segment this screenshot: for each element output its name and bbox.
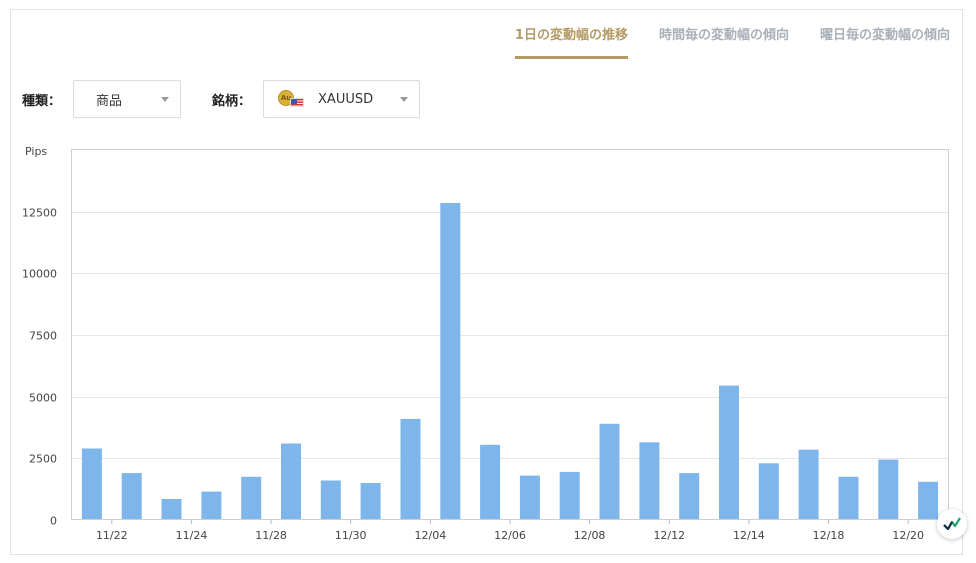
bar[interactable]	[639, 442, 660, 520]
x-tick-label: 11/30	[335, 529, 367, 542]
bar[interactable]	[161, 499, 182, 520]
x-axis-ticks: 11/22 11/24 11/28 11/30 12/04 12/06 12/08 12/12…	[96, 520, 924, 542]
x-tick-label: 12/14	[733, 529, 765, 542]
y-tick-label: 5000	[29, 392, 57, 405]
bar-series	[81, 203, 939, 521]
bar[interactable]	[400, 418, 421, 520]
y-tick-label: 10000	[22, 268, 57, 281]
bar[interactable]	[878, 459, 899, 520]
bar[interactable]	[519, 475, 540, 520]
y-tick-label: 12500	[22, 207, 57, 220]
bar[interactable]	[599, 423, 620, 520]
bar[interactable]	[758, 463, 779, 520]
x-tick-label: 11/28	[255, 529, 287, 542]
bar[interactable]	[360, 483, 381, 520]
bar[interactable]	[719, 385, 739, 520]
bar[interactable]	[679, 473, 700, 520]
bar[interactable]	[838, 476, 859, 520]
x-tick-label: 12/04	[415, 529, 447, 542]
bar[interactable]	[320, 480, 341, 521]
x-tick-label: 12/12	[653, 529, 685, 542]
bar[interactable]	[798, 449, 819, 520]
bar[interactable]	[918, 481, 939, 520]
x-tick-label: 11/22	[96, 529, 128, 542]
y-axis-unit-label: Pips	[25, 145, 47, 158]
bar[interactable]	[121, 473, 142, 520]
y-tick-label: 2500	[29, 453, 57, 466]
bar[interactable]	[440, 203, 461, 520]
bar[interactable]	[81, 448, 102, 521]
x-tick-label: 12/20	[892, 529, 924, 542]
x-tick-label: 11/24	[176, 529, 208, 542]
bar[interactable]	[559, 471, 580, 520]
grid-lines	[72, 212, 948, 459]
bar[interactable]	[201, 491, 222, 520]
bar-chart: Pips 02500500075001000012500 11/22 11/24 1…	[22, 145, 949, 542]
x-tick-label: 12/06	[494, 529, 526, 542]
y-tick-label: 7500	[29, 330, 57, 343]
y-tick-label: 0	[50, 515, 57, 528]
bar[interactable]	[241, 476, 262, 520]
x-tick-label: 12/08	[574, 529, 606, 542]
bar[interactable]	[480, 444, 501, 520]
bar[interactable]	[281, 443, 301, 521]
tradingview-logo-button[interactable]	[937, 509, 967, 539]
chart-logo-icon	[943, 517, 961, 531]
x-tick-label: 12/18	[813, 529, 845, 542]
y-axis-ticks: 0 2500 5000 7500 10000 12500	[22, 207, 57, 528]
